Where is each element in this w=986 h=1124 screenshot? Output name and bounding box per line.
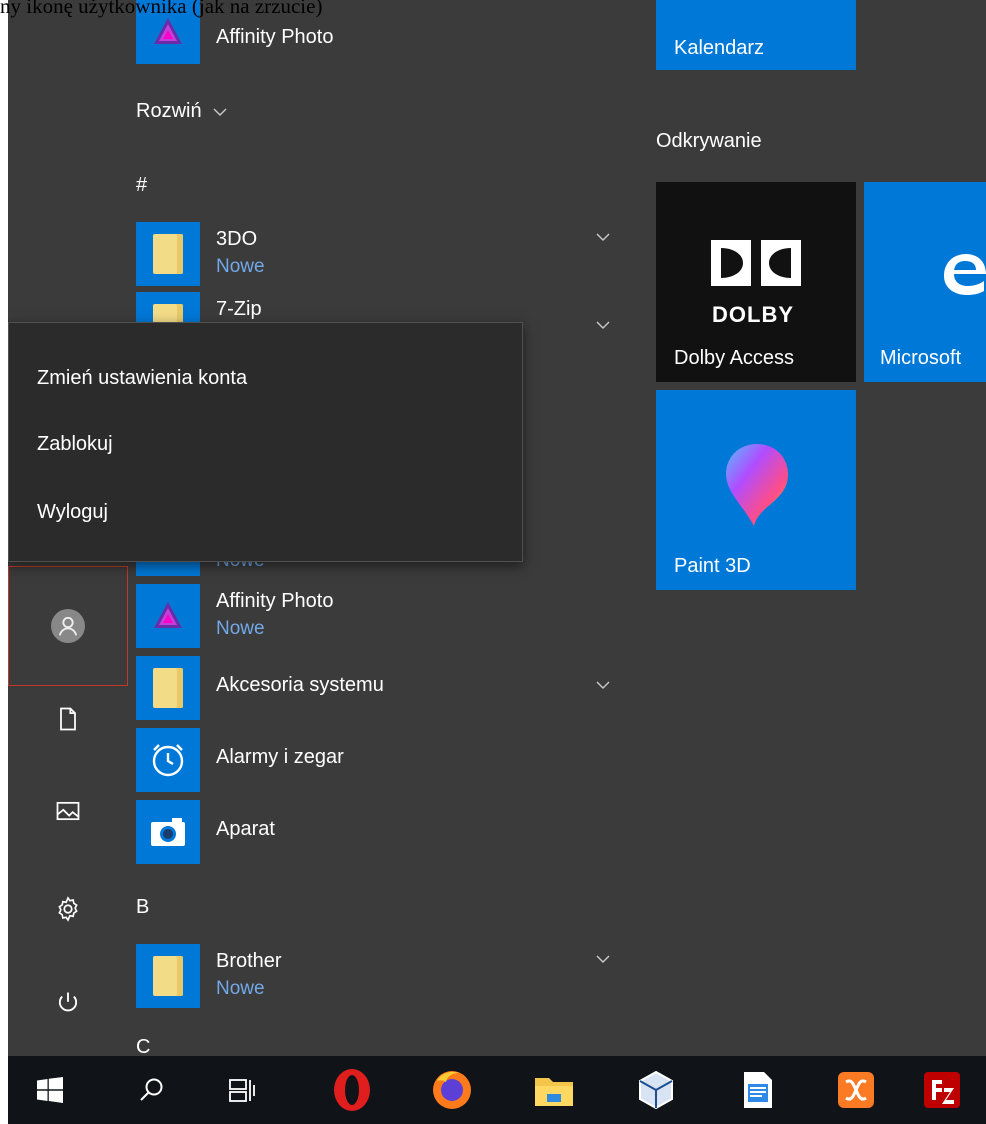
power-icon [58,992,78,1012]
lock-item[interactable]: Zablokuj [37,433,113,456]
alarm-clock-icon [136,728,200,792]
section-header-c[interactable]: C [136,1036,150,1056]
file-explorer-icon [535,1078,573,1106]
tile-dolby-access[interactable]: DOLBY Dolby Access [656,182,856,382]
tile-microsoft-edge[interactable]: Microsoft [864,182,986,382]
document-icon [60,707,76,731]
tile-paint-3d[interactable]: Paint 3D [656,390,856,590]
app-alarmy-i-zegar[interactable]: Alarmy i zegar [136,728,616,794]
tile-label: Kalendarz [674,37,765,59]
opera-icon [334,1069,370,1111]
search-button[interactable] [118,1056,186,1124]
pictures-icon [56,801,80,821]
start-button[interactable] [16,1056,84,1124]
app-name: 3DO [216,228,258,250]
expand-button[interactable]: Rozwiń [136,100,227,123]
change-account-settings-item[interactable]: Zmień ustawienia konta [37,367,247,390]
account-context-menu: Zmień ustawienia konta Zablokuj Wyloguj [8,322,523,562]
file-explorer-button[interactable] [520,1056,588,1124]
tile-label: Dolby Access [674,347,795,369]
xampp-button[interactable] [822,1056,890,1124]
document-writer-icon [744,1072,772,1108]
app-name: Aparat [216,818,275,840]
new-badge: Nowe [216,256,265,277]
tile-group-title: Odkrywanie [656,130,762,152]
power-button[interactable] [8,972,128,1034]
folder-icon [136,222,200,286]
pictures-button[interactable] [8,780,128,842]
sign-out-item[interactable]: Wyloguj [37,501,108,524]
opera-button[interactable] [318,1056,386,1124]
chevron-down-icon[interactable] [596,230,610,244]
firefox-button[interactable] [418,1056,486,1124]
section-header-b[interactable]: B [136,896,149,919]
expand-label: Rozwiń [136,100,202,122]
app-aparat[interactable]: Aparat [136,800,616,866]
virtualbox-button[interactable] [622,1056,690,1124]
filezilla-icon [924,1072,960,1108]
app-name: Affinity Photo [216,26,334,48]
app-name: Akcesoria systemu [216,674,384,696]
virtualbox-icon [639,1070,673,1110]
section-header-hash[interactable]: # [136,174,147,197]
app-name: Brother [216,950,282,972]
app-akcesoria-systemu[interactable]: Akcesoria systemu [136,656,616,722]
tile-calendar[interactable]: Kalendarz [656,0,856,70]
camera-icon [136,800,200,864]
start-menu: Affinity Photo Rozwiń # 3DO Nowe 7-Zip N… [8,0,986,1056]
filezilla-button[interactable] [908,1056,976,1124]
tiles-area: Kalendarz Odkrywanie DOLBY Dolby Access … [628,0,986,1056]
windows-start-icon [37,1077,63,1103]
caption-text: ny ikonę użytkownika (jak na zrzucie) [0,0,323,18]
chevron-down-icon [213,108,227,116]
taskbar [8,1056,986,1124]
firefox-icon [433,1071,471,1109]
task-view-icon [229,1079,255,1102]
affinity-photo-icon [136,584,200,648]
user-account-button[interactable] [8,566,128,686]
settings-icon [58,896,78,922]
paint-3d-icon [722,440,792,530]
search-icon [140,1078,163,1101]
tile-label: Microsoft [880,347,962,369]
task-view-button[interactable] [208,1056,276,1124]
user-avatar-icon [51,609,85,643]
app-brother[interactable]: Brother Nowe [136,944,616,1010]
new-badge: Nowe [216,618,265,639]
dolby-logo-icon [711,240,801,290]
app-affinity-photo[interactable]: Affinity Photo Nowe [136,584,616,650]
document-writer-button[interactable] [724,1056,792,1124]
app-3do[interactable]: 3DO Nowe [136,222,616,288]
new-badge: Nowe [216,978,265,999]
folder-icon [136,656,200,720]
folder-icon [136,944,200,1008]
settings-button[interactable] [8,878,128,940]
app-name: 7-Zip [216,298,262,320]
dolby-logo-text: DOLBY [712,302,794,327]
app-name: Affinity Photo [216,590,334,612]
chevron-down-icon[interactable] [596,952,610,966]
chevron-down-icon[interactable] [596,678,610,692]
chevron-down-icon[interactable] [596,318,610,332]
tile-label: Paint 3D [674,555,751,577]
documents-button[interactable] [8,688,128,750]
xampp-icon [838,1072,874,1108]
app-name: Alarmy i zegar [216,746,344,768]
edge-icon [934,242,986,302]
